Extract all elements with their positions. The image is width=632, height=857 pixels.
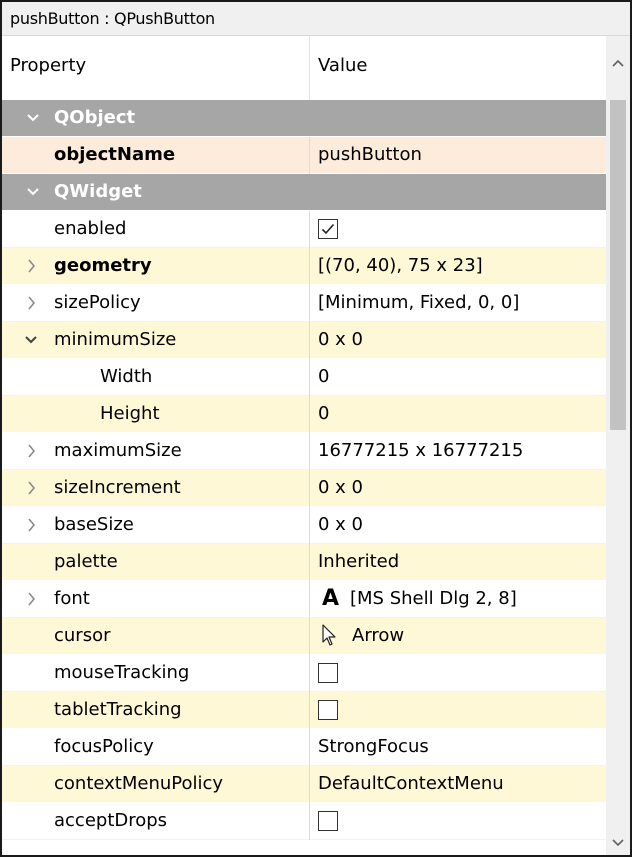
property-value[interactable]: 0 (318, 396, 329, 432)
column-divider (309, 285, 310, 322)
property-name: tabletTracking (54, 699, 182, 720)
table-header: Property Value (2, 36, 606, 100)
property-row[interactable]: font A [MS Shell Dlg 2, 8] (2, 581, 606, 618)
column-divider (309, 433, 310, 470)
property-value[interactable]: [MS Shell Dlg 2, 8] (350, 581, 517, 617)
column-divider[interactable] (309, 36, 310, 100)
property-name: sizeIncrement (54, 477, 181, 498)
property-editor-window: pushButton : QPushButton Property Value … (0, 0, 632, 857)
property-name: focusPolicy (54, 736, 154, 757)
category-label: QObject (54, 107, 136, 128)
property-value[interactable]: 16777215 x 16777215 (318, 433, 523, 469)
property-name: mouseTracking (54, 662, 190, 683)
chevron-down-icon[interactable] (24, 322, 42, 358)
property-row[interactable]: contextMenuPolicy DefaultContextMenu (2, 766, 606, 803)
window-title: pushButton : QPushButton (2, 2, 630, 36)
property-name: baseSize (54, 514, 134, 535)
chevron-right-icon[interactable] (24, 285, 42, 321)
unchecked-checkbox[interactable] (318, 700, 338, 720)
property-name: objectName (54, 144, 176, 165)
property-name: contextMenuPolicy (54, 773, 224, 794)
property-name: Height (100, 403, 160, 424)
unchecked-checkbox[interactable] (318, 811, 338, 831)
column-divider (309, 211, 310, 248)
property-row[interactable]: sizeIncrement 0 x 0 (2, 470, 606, 507)
column-divider (309, 248, 310, 285)
property-name: minimumSize (54, 329, 177, 350)
property-column-header[interactable]: Property (10, 55, 86, 76)
chevron-right-icon[interactable] (24, 507, 42, 543)
property-table: Property Value QObject objectName pushButt… (2, 36, 606, 855)
value-column-header[interactable]: Value (318, 55, 367, 76)
property-row[interactable]: palette Inherited (2, 544, 606, 581)
column-divider (309, 396, 310, 433)
chevron-down-icon[interactable] (606, 828, 630, 855)
property-value[interactable]: 0 x 0 (318, 322, 363, 358)
checked-checkbox[interactable] (318, 219, 338, 239)
property-name: cursor (54, 625, 111, 646)
property-name: Width (100, 366, 153, 387)
property-value[interactable]: [(70, 40), 75 x 23] (318, 248, 483, 284)
category-row[interactable]: QObject (2, 100, 606, 137)
chevron-down-icon[interactable] (26, 100, 44, 136)
chevron-right-icon[interactable] (24, 581, 42, 617)
category-row[interactable]: QWidget (2, 174, 606, 211)
chevron-right-icon[interactable] (24, 470, 42, 506)
column-divider (309, 322, 310, 359)
column-divider (309, 137, 310, 174)
column-divider (309, 803, 310, 840)
property-name: acceptDrops (54, 810, 168, 831)
property-value[interactable]: 0 x 0 (318, 507, 363, 543)
property-name: geometry (54, 255, 152, 276)
property-row[interactable]: maximumSize 16777215 x 16777215 (2, 433, 606, 470)
scrollbar-thumb[interactable] (610, 100, 626, 430)
column-divider (309, 766, 310, 803)
chevron-right-icon[interactable] (24, 433, 42, 469)
property-value[interactable]: 0 (318, 359, 329, 395)
chevron-down-icon[interactable] (26, 174, 44, 210)
property-name: enabled (54, 218, 127, 239)
chevron-right-icon[interactable] (24, 248, 42, 284)
unchecked-checkbox[interactable] (318, 663, 338, 683)
property-name: maximumSize (54, 440, 182, 461)
property-row[interactable]: enabled (2, 211, 606, 248)
property-value[interactable]: pushButton (318, 137, 422, 173)
property-value[interactable]: 0 x 0 (318, 470, 363, 506)
column-divider (309, 692, 310, 729)
property-row[interactable]: objectName pushButton (2, 137, 606, 174)
property-value[interactable]: DefaultContextMenu (318, 766, 504, 802)
property-row[interactable]: tabletTracking (2, 692, 606, 729)
property-row[interactable]: geometry [(70, 40), 75 x 23] (2, 248, 606, 285)
property-value[interactable]: Inherited (318, 544, 399, 580)
property-name: palette (54, 551, 118, 572)
font-icon: A (322, 586, 340, 611)
property-row[interactable]: baseSize 0 x 0 (2, 507, 606, 544)
property-name: font (54, 588, 90, 609)
category-label: QWidget (54, 181, 142, 202)
property-row[interactable]: cursor Arrow (2, 618, 606, 655)
column-divider (309, 618, 310, 655)
property-row[interactable]: focusPolicy StrongFocus (2, 729, 606, 766)
property-row[interactable]: mouseTracking (2, 655, 606, 692)
property-row[interactable]: Height 0 (2, 396, 606, 433)
column-divider (309, 581, 310, 618)
property-row[interactable]: minimumSize 0 x 0 (2, 322, 606, 359)
property-row[interactable]: sizePolicy [Minimum, Fixed, 0, 0] (2, 285, 606, 322)
vertical-scrollbar[interactable] (606, 36, 630, 855)
property-value[interactable]: Arrow (352, 618, 404, 654)
column-divider (309, 507, 310, 544)
column-divider (309, 470, 310, 507)
arrow-cursor-icon (322, 624, 338, 653)
column-divider (309, 359, 310, 396)
property-value[interactable]: [Minimum, Fixed, 0, 0] (318, 285, 519, 321)
chevron-up-icon[interactable] (606, 36, 630, 100)
column-divider (309, 655, 310, 692)
property-row[interactable]: Width 0 (2, 359, 606, 396)
property-row[interactable]: acceptDrops (2, 803, 606, 840)
column-divider (309, 544, 310, 581)
property-name: sizePolicy (54, 292, 141, 313)
column-divider (309, 729, 310, 766)
property-value[interactable]: StrongFocus (318, 729, 429, 765)
